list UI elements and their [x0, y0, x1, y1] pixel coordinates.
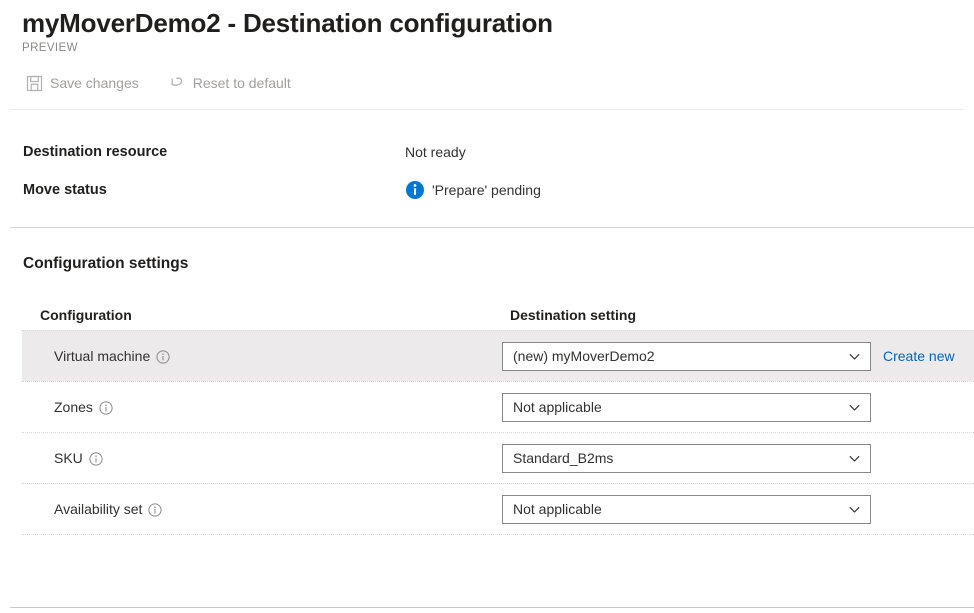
- configuration-settings-heading: Configuration settings: [23, 255, 189, 272]
- row-label-text: SKU: [54, 450, 83, 466]
- table-row: Availability set Not applicable: [22, 483, 974, 535]
- info-filled-icon: [405, 180, 425, 200]
- info-outline-icon[interactable]: [148, 503, 163, 517]
- undo-icon: [169, 75, 186, 92]
- dropdown-availability-set[interactable]: Not applicable: [502, 494, 871, 524]
- dropdown-virtual-machine[interactable]: (new) myMoverDemo2: [502, 341, 871, 371]
- dropdown-availability-set-value: Not applicable: [513, 501, 602, 517]
- table-row: Zones Not applicable: [22, 381, 974, 432]
- preview-badge: PREVIEW: [22, 42, 78, 54]
- column-header-configuration: Configuration: [40, 307, 132, 323]
- configuration-settings-table: Configuration Destination setting Virtua…: [0, 300, 974, 535]
- dropdown-sku-value: Standard_B2ms: [513, 450, 614, 466]
- table-header-row: Configuration Destination setting: [0, 300, 974, 330]
- page-bottom-divider: [10, 607, 974, 608]
- chevron-down-icon: [848, 452, 861, 465]
- save-changes-label: Save changes: [50, 75, 139, 91]
- row-label-text: Availability set: [54, 501, 143, 517]
- reset-to-default-button[interactable]: Reset to default: [160, 70, 300, 96]
- chevron-down-icon: [848, 350, 861, 363]
- dropdown-sku[interactable]: Standard_B2ms: [502, 443, 871, 473]
- table-row: SKU Standard_B2ms: [22, 432, 974, 483]
- destination-resource-label: Destination resource: [23, 144, 168, 160]
- row-label-virtual-machine: Virtual machine: [54, 348, 502, 364]
- page-header: myMoverDemo2 - Destination configuration…: [0, 0, 974, 56]
- row-label-text: Zones: [54, 399, 93, 415]
- status-section: Destination resource Not ready Move stat…: [0, 111, 974, 209]
- destination-resource-value: Not ready: [405, 144, 466, 160]
- info-outline-icon[interactable]: [156, 350, 170, 364]
- row-label-availability-set: Availability set: [54, 501, 502, 517]
- page-title: myMoverDemo2 - Destination configuration: [22, 8, 553, 38]
- move-status-label: Move status: [23, 182, 107, 198]
- dropdown-zones[interactable]: Not applicable: [502, 392, 871, 422]
- status-row-move-status: Move status 'Prepare' pending: [0, 171, 974, 209]
- dropdown-virtual-machine-value: (new) myMoverDemo2: [513, 348, 655, 364]
- status-row-destination-resource: Destination resource Not ready: [0, 133, 974, 171]
- destination-resource-value-wrap: Not ready: [405, 144, 466, 160]
- chevron-down-icon: [848, 401, 861, 414]
- info-outline-icon[interactable]: [99, 401, 113, 415]
- move-status-value-wrap: 'Prepare' pending: [405, 180, 541, 200]
- command-bar: Save changes Reset to default: [0, 65, 974, 101]
- column-header-destination-setting: Destination setting: [510, 307, 637, 323]
- create-new-link[interactable]: Create new: [883, 348, 955, 364]
- info-outline-icon[interactable]: [89, 452, 103, 466]
- row-label-text: Virtual machine: [54, 348, 151, 364]
- row-label-zones: Zones: [54, 399, 502, 415]
- chevron-down-icon: [848, 503, 861, 516]
- row-label-sku: SKU: [54, 450, 502, 466]
- save-icon: [26, 75, 43, 92]
- move-status-value: 'Prepare' pending: [432, 182, 541, 198]
- save-changes-button[interactable]: Save changes: [17, 70, 148, 96]
- reset-to-default-label: Reset to default: [192, 75, 291, 91]
- table-row: Virtual machine (new) myMoverDemo2 Creat…: [22, 330, 974, 381]
- dropdown-zones-value: Not applicable: [513, 399, 602, 415]
